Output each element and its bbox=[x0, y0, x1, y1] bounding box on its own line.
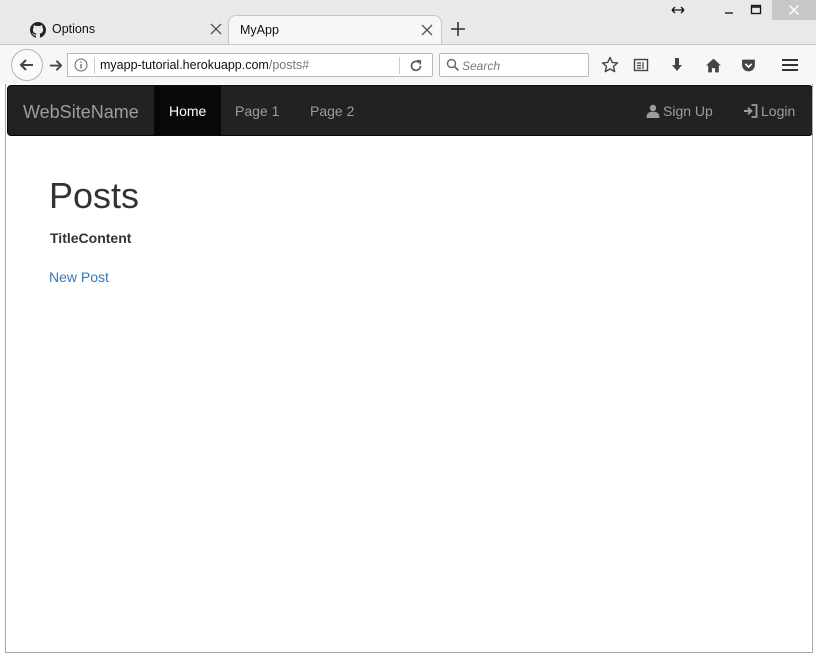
reading-list-icon[interactable] bbox=[631, 55, 651, 75]
url-host: myapp-tutorial.herokuapp.com bbox=[100, 58, 269, 72]
nav-item-label: Page 2 bbox=[310, 102, 355, 119]
search-icon bbox=[446, 58, 460, 72]
resize-icon bbox=[668, 0, 688, 20]
url-bar[interactable]: myapp-tutorial.herokuapp.com/posts# bbox=[67, 53, 433, 77]
close-tab-icon[interactable] bbox=[419, 22, 435, 38]
search-bar[interactable] bbox=[439, 53, 589, 77]
page-title: Posts bbox=[49, 175, 140, 216]
menu-icon[interactable] bbox=[780, 55, 800, 75]
bookmark-star-icon[interactable] bbox=[600, 55, 620, 75]
nav-item-home[interactable]: Home bbox=[154, 86, 222, 135]
navbar-brand[interactable]: WebSiteName bbox=[23, 102, 139, 123]
minimize-button[interactable] bbox=[718, 0, 740, 20]
nav-item-page-2[interactable]: Page 2 bbox=[295, 86, 369, 135]
page-viewport: WebSiteName Home Page 1 Page 2 Sign Up L… bbox=[5, 84, 813, 653]
nav-item-label: Login bbox=[761, 102, 796, 119]
back-button[interactable] bbox=[11, 49, 43, 81]
column-header-title: Title bbox=[50, 230, 79, 246]
nav-item-label: Sign Up bbox=[663, 102, 713, 119]
close-tab-icon[interactable] bbox=[208, 21, 224, 37]
tab-options-label: Options bbox=[52, 22, 96, 36]
reload-icon[interactable] bbox=[408, 58, 424, 74]
posts-table-header: TitleContent bbox=[50, 230, 131, 246]
browser-toolbar: myapp-tutorial.herokuapp.com/posts# bbox=[0, 44, 816, 84]
maximize-button[interactable] bbox=[745, 0, 767, 20]
url-text[interactable]: myapp-tutorial.herokuapp.com/posts# bbox=[100, 58, 309, 72]
tab-myapp-label: MyApp bbox=[240, 23, 279, 37]
close-window-button[interactable] bbox=[772, 0, 816, 20]
nav-item-label: Home bbox=[169, 102, 207, 119]
github-icon bbox=[30, 22, 46, 38]
forward-button[interactable] bbox=[43, 54, 67, 76]
arrow-right-icon bbox=[49, 59, 62, 71]
tab-myapp[interactable]: MyApp bbox=[228, 15, 442, 44]
login-icon bbox=[744, 103, 758, 118]
nav-item-label: Page 1 bbox=[235, 102, 280, 119]
reload-separator bbox=[399, 57, 400, 74]
new-post-link[interactable]: New Post bbox=[49, 269, 109, 285]
new-tab-icon[interactable] bbox=[449, 20, 467, 38]
search-input[interactable] bbox=[462, 57, 582, 74]
tab-options[interactable]: Options bbox=[20, 15, 230, 44]
site-navbar: WebSiteName Home Page 1 Page 2 Sign Up L… bbox=[7, 85, 812, 136]
url-path: /posts# bbox=[268, 58, 310, 72]
nav-item-login[interactable]: Login bbox=[728, 86, 810, 135]
nav-item-sign-up[interactable]: Sign Up bbox=[631, 86, 728, 135]
home-icon[interactable] bbox=[703, 55, 723, 75]
info-icon[interactable] bbox=[74, 58, 88, 72]
download-icon[interactable] bbox=[667, 55, 687, 75]
url-separator bbox=[94, 57, 95, 74]
column-header-content: Content bbox=[78, 230, 132, 246]
arrow-left-icon bbox=[19, 59, 33, 71]
browser-titlebar: Options MyApp bbox=[0, 0, 816, 44]
nav-item-page-1[interactable]: Page 1 bbox=[220, 86, 294, 135]
user-icon bbox=[646, 104, 660, 118]
pocket-icon[interactable] bbox=[738, 55, 758, 75]
